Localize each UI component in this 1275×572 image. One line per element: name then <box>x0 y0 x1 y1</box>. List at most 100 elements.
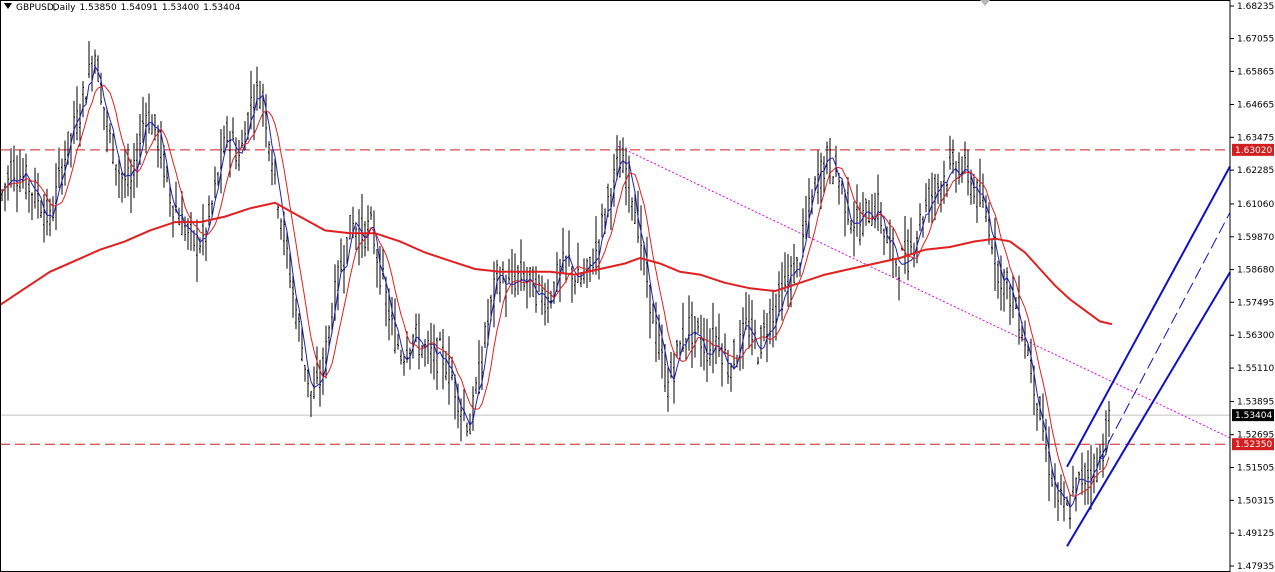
ohlc-bar <box>358 209 360 266</box>
ohlc-bar <box>1036 402 1038 431</box>
y-tick-label: 1.63475 <box>1237 133 1274 143</box>
ohlc-bar <box>1045 418 1047 462</box>
y-tick-label: 1.58680 <box>1237 266 1274 276</box>
ohlc-bar <box>1006 267 1008 300</box>
ohlc-bar <box>232 117 234 141</box>
ohlc-bar <box>757 356 759 365</box>
ohlc-bar <box>649 284 651 339</box>
ohlc-bar <box>817 150 819 205</box>
ohlc-bar <box>850 219 852 234</box>
ohlc-bar <box>778 271 780 316</box>
ohlc-bar <box>1048 426 1050 502</box>
ohlc-bar <box>430 322 432 374</box>
medium-ma-line <box>1 84 1110 497</box>
price-chart[interactable]: 1.68235 1.67055 1.65865 1.64665 1.63475 1.622… <box>0 0 1275 572</box>
ohlc-bar <box>973 174 975 205</box>
ohlc-bar <box>928 178 930 223</box>
ohlc-bar <box>796 256 798 278</box>
ohlc-bar <box>97 55 99 83</box>
ohlc-bar <box>892 228 894 278</box>
ohlc-bar <box>853 201 855 257</box>
ohlc-bar <box>538 274 540 293</box>
y-tick-label: 1.68235 <box>1237 2 1274 12</box>
ohlc-bar <box>994 217 996 292</box>
ohlc-bar <box>349 215 351 240</box>
ohlc-bar <box>202 204 204 256</box>
ohlc-bar <box>595 216 597 275</box>
ohlc-bar <box>880 202 882 234</box>
ohlc-bar <box>115 164 117 186</box>
ohlc-bar <box>82 81 84 118</box>
ohlc-open: 1.53850 <box>79 3 117 13</box>
symbol-label: GBPUSD, <box>16 3 57 13</box>
channel-upper-line <box>1066 165 1231 468</box>
ohlc-bar <box>55 163 57 230</box>
ohlc-bar <box>7 165 9 201</box>
ohlc-bar <box>958 152 960 185</box>
ohlc-bar <box>475 376 477 395</box>
ohlc-bar <box>58 147 60 189</box>
slow-ma-line <box>0 201 1113 326</box>
ohlc-bar <box>238 139 240 171</box>
ohlc-bar <box>520 239 522 292</box>
ohlc-bar <box>541 275 543 315</box>
ohlc-bar <box>259 80 261 110</box>
ohlc-bar <box>157 124 159 168</box>
ohlc-bar <box>874 192 876 229</box>
y-tick-label: 1.56300 <box>1237 331 1274 341</box>
level-price-label: 1.52350 <box>1235 440 1272 450</box>
ohlc-bar <box>700 314 702 367</box>
ohlc-bar <box>835 145 837 178</box>
ohlc-bar <box>718 313 720 357</box>
ohlc-bar <box>805 195 807 240</box>
ohlc-bar <box>910 217 912 256</box>
ohlc-bar <box>688 295 690 351</box>
triangle-down-icon[interactable] <box>4 3 12 9</box>
ohlc-bar <box>838 173 840 205</box>
ohlc-bar <box>316 346 318 385</box>
ohlc-bar <box>397 334 399 350</box>
ohlc-bar <box>160 121 162 169</box>
ohlc-bar <box>730 362 732 392</box>
ohlc-bar <box>856 184 858 237</box>
ohlc-bar <box>376 248 378 288</box>
ohlc-bar <box>220 129 222 194</box>
ohlc-bar <box>997 260 999 299</box>
ohlc-bar <box>442 328 444 390</box>
ohlc-bar <box>130 159 132 213</box>
ohlc-bar <box>70 132 72 168</box>
ohlc-bar <box>214 166 216 199</box>
ohlc-bar <box>919 203 921 232</box>
ohlc-bar <box>64 140 66 186</box>
plot-border <box>0 0 1231 572</box>
ohlc-bar <box>295 298 297 330</box>
ohlc-bar <box>391 296 393 336</box>
ohlc-bar <box>895 259 897 277</box>
shift-marker-icon[interactable] <box>980 0 990 6</box>
ohlc-bar <box>1060 474 1062 506</box>
price-axis[interactable]: 1.68235 1.67055 1.65865 1.64665 1.63475 1.622… <box>0 0 1275 572</box>
timeframe-label: Daily <box>52 3 76 13</box>
ohlc-bar <box>88 41 90 79</box>
ohlc-bar <box>4 182 6 212</box>
y-tick-label: 1.50315 <box>1237 496 1274 506</box>
y-tick-label: 1.51505 <box>1237 464 1274 474</box>
ohlc-bar <box>619 140 621 178</box>
horizontal-levels <box>0 149 1230 445</box>
ohlc-bar <box>424 339 426 367</box>
ohlc-bar <box>784 252 786 293</box>
ohlc-close: 1.53404 <box>203 3 241 13</box>
ohlc-bar <box>1054 463 1056 508</box>
ohlc-bar <box>526 266 528 309</box>
ohlc-bar <box>298 313 300 342</box>
level-price-label: 1.63020 <box>1235 146 1272 156</box>
ohlc-bar <box>667 367 669 412</box>
ohlc-bar <box>205 227 207 261</box>
ohlc-bar <box>1072 465 1074 496</box>
ohlc-bar <box>40 200 42 219</box>
ohlc-bar <box>712 302 714 374</box>
ohlc-bar <box>103 106 105 131</box>
chart-window[interactable]: 1.68235 1.67055 1.65865 1.64665 1.63475 1.622… <box>0 0 1275 572</box>
y-tick-label: 1.55110 <box>1237 364 1274 374</box>
ohlc-bar <box>37 172 39 219</box>
